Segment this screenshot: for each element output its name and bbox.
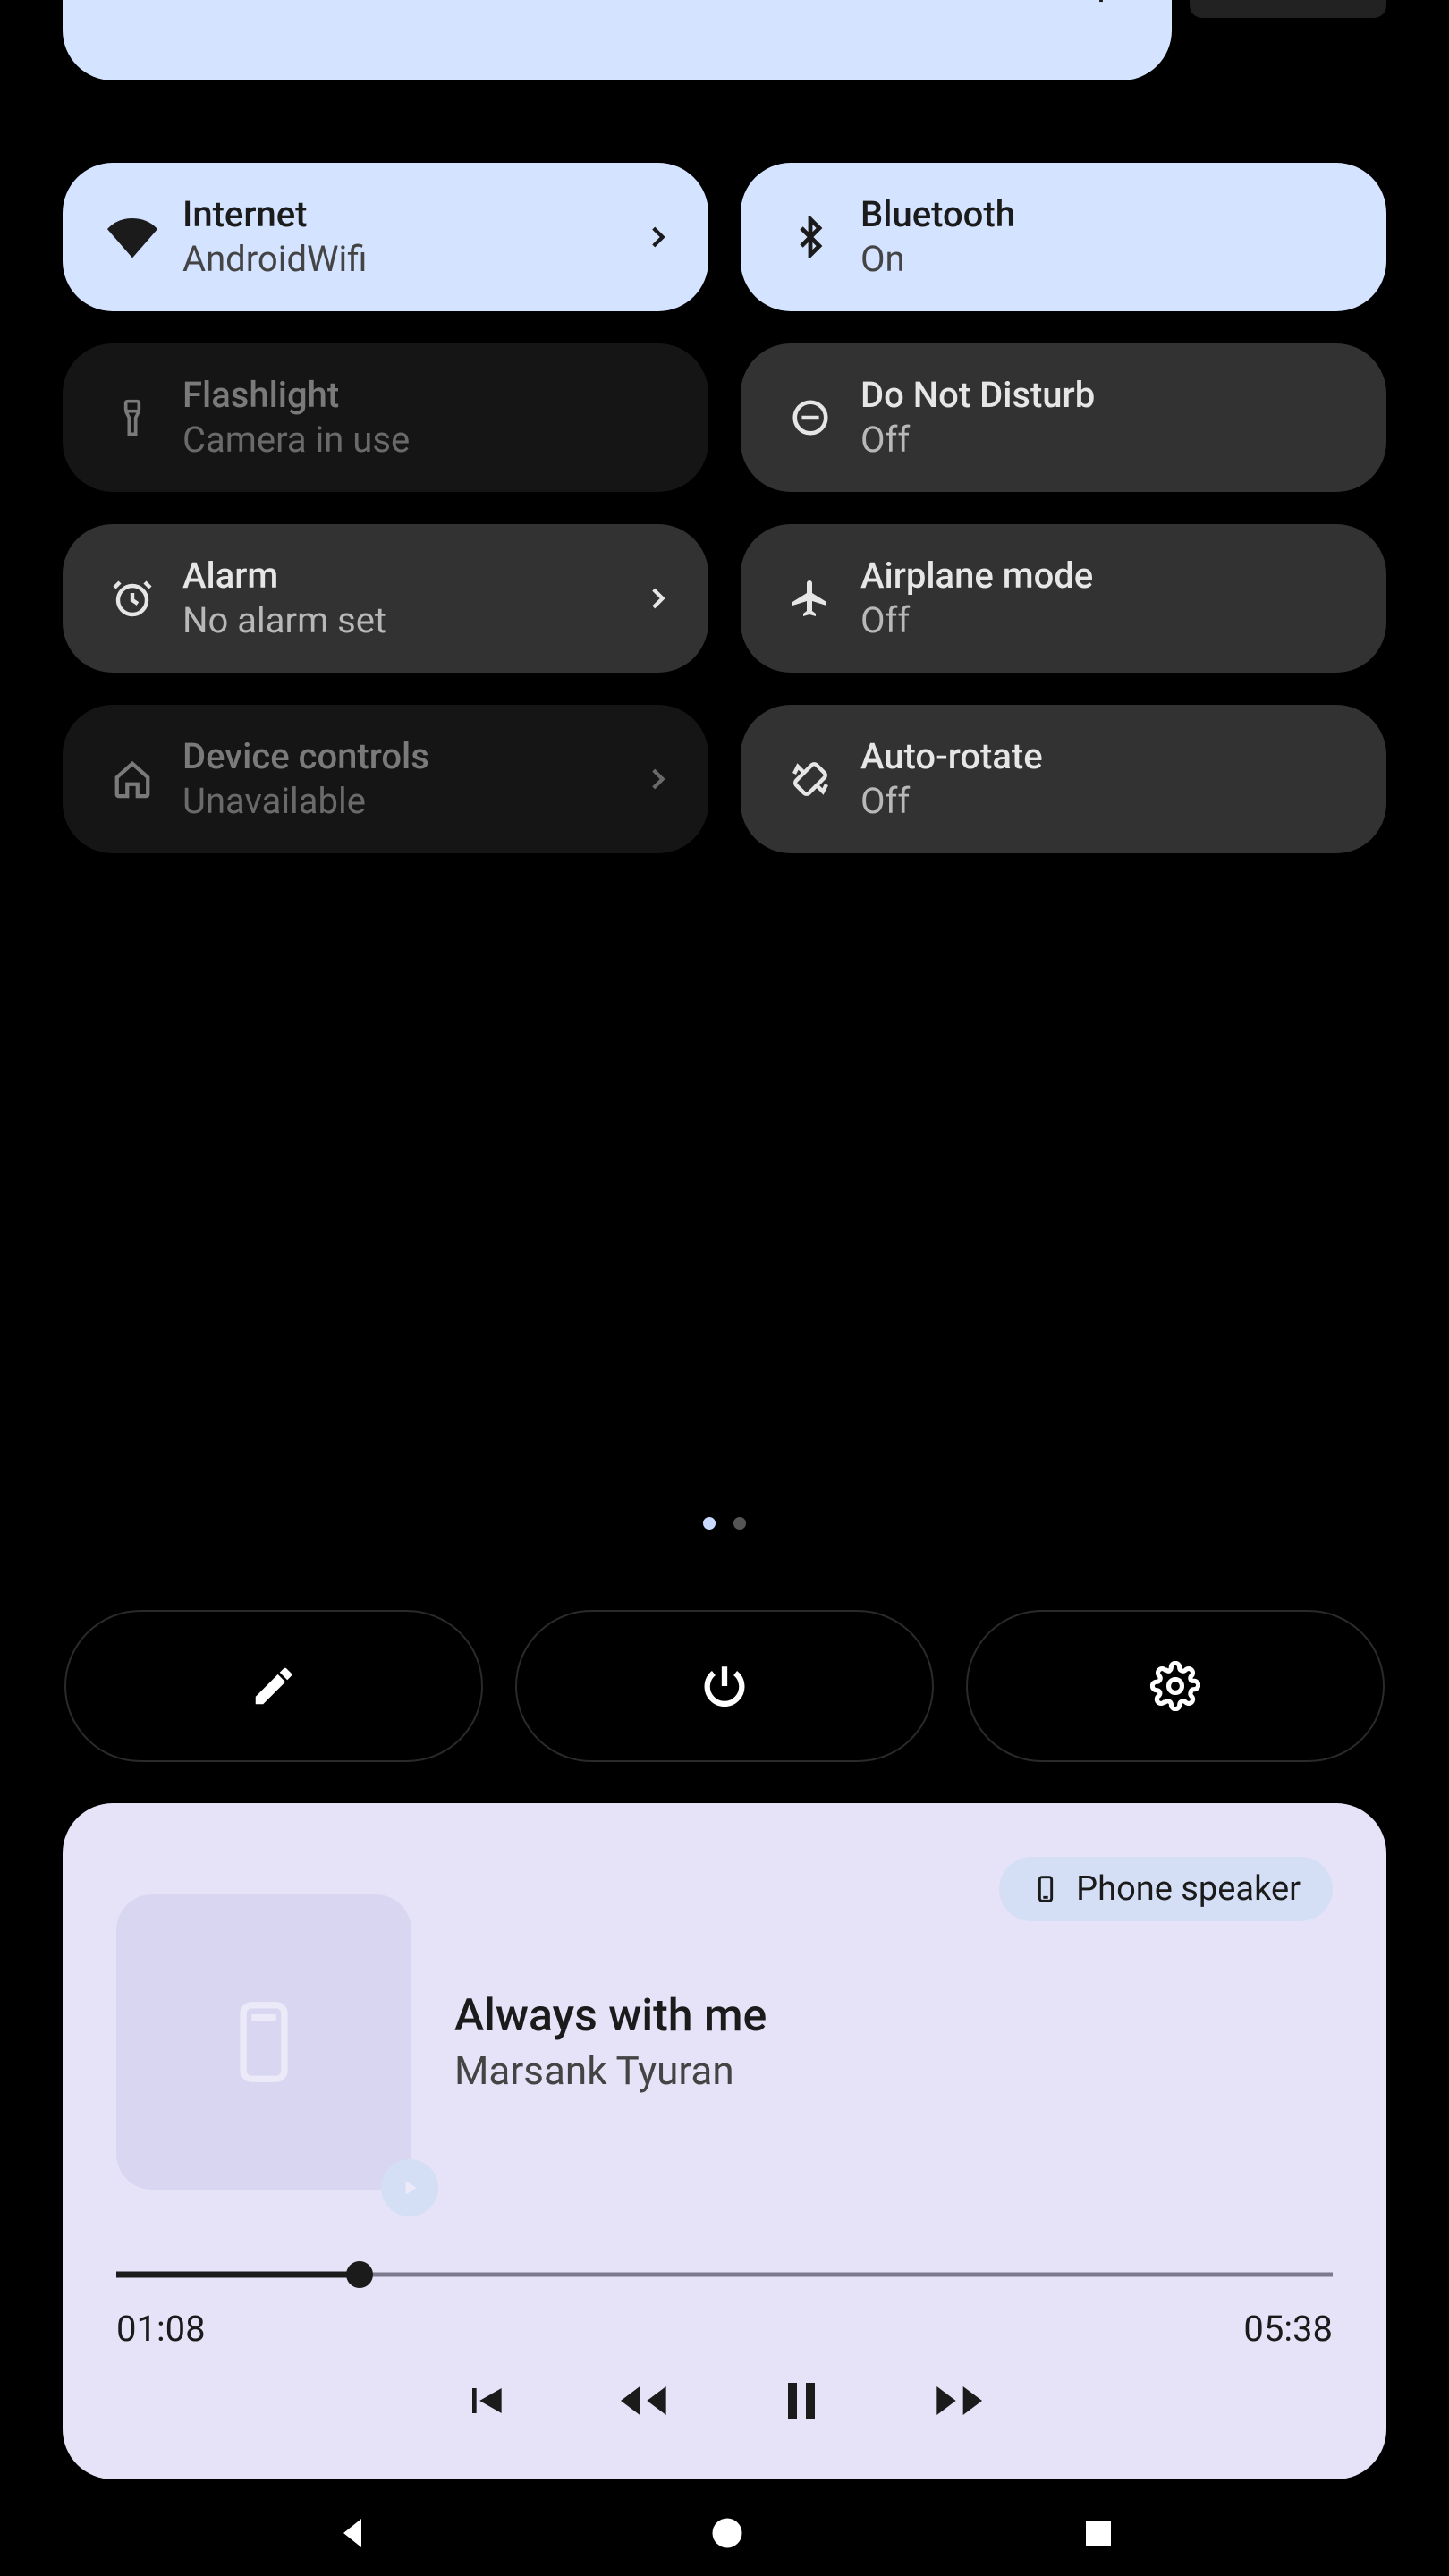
wifi-icon	[102, 212, 163, 262]
gear-icon	[1150, 1661, 1200, 1711]
tile-title: Flashlight	[182, 375, 410, 416]
media-controls	[460, 2372, 989, 2429]
track-artist: Marsank Tyuran	[454, 2047, 767, 2094]
elapsed-time: 01:08	[116, 2308, 206, 2350]
bluetooth-icon	[780, 216, 841, 258]
power-button[interactable]	[515, 1610, 934, 1762]
auto-rotate-icon	[780, 758, 841, 801]
tile-device-controls: Device controls Unavailable	[63, 705, 708, 853]
tile-subtitle: AndroidWifi	[182, 239, 367, 280]
qs-footer	[64, 1610, 1385, 1762]
track-title: Always with me	[454, 1990, 767, 2042]
airplane-icon	[780, 577, 841, 620]
tile-auto-rotate[interactable]: Auto-rotate Off	[741, 705, 1386, 853]
tile-dnd[interactable]: Do Not Disturb Off	[741, 343, 1386, 492]
chevron-right-icon	[642, 222, 673, 252]
chevron-right-icon	[642, 764, 673, 794]
nav-recents-button[interactable]	[1080, 2514, 1117, 2552]
pencil-icon	[250, 1662, 298, 1710]
tile-title: Internet	[182, 194, 367, 235]
pause-button[interactable]	[775, 2374, 828, 2428]
settings-button[interactable]	[966, 1610, 1385, 1762]
album-art	[116, 1894, 411, 2190]
tile-subtitle: Off	[860, 781, 1043, 822]
mini-play-badge	[381, 2159, 438, 2216]
tile-title: Bluetooth	[860, 194, 1015, 235]
tile-subtitle: Unavailable	[182, 781, 429, 822]
seek-bar[interactable]	[116, 2261, 1333, 2288]
brightness-icon	[1080, 0, 1122, 4]
media-output-chip[interactable]: Phone speaker	[999, 1857, 1333, 1921]
seek-thumb[interactable]	[346, 2261, 373, 2288]
tile-subtitle: On	[860, 239, 1015, 280]
tile-airplane[interactable]: Airplane mode Off	[741, 524, 1386, 673]
qs-tiles-grid: Internet AndroidWifi Bluetooth On Flashl…	[63, 163, 1386, 853]
brightness-overflow-shadow	[1190, 0, 1386, 18]
tile-subtitle: Camera in use	[182, 419, 410, 461]
phone-icon	[1031, 1875, 1060, 1903]
home-icon	[102, 758, 163, 800]
tile-subtitle: Off	[860, 600, 1093, 641]
tile-flashlight: Flashlight Camera in use	[63, 343, 708, 492]
tile-subtitle: No alarm set	[182, 600, 386, 641]
system-nav-bar	[0, 2490, 1449, 2576]
media-output-label: Phone speaker	[1076, 1869, 1301, 1909]
tile-bluetooth[interactable]: Bluetooth On	[741, 163, 1386, 311]
chevron-right-icon	[642, 583, 673, 614]
skip-previous-button[interactable]	[460, 2376, 510, 2426]
power-icon	[699, 1660, 750, 1712]
alarm-icon	[102, 577, 163, 620]
brightness-slider[interactable]	[63, 0, 1172, 80]
duration-time: 05:38	[1243, 2308, 1333, 2350]
tile-title: Alarm	[182, 555, 386, 597]
dnd-icon	[780, 397, 841, 438]
page-dot-0	[703, 1517, 716, 1530]
rewind-button[interactable]	[614, 2372, 671, 2429]
flashlight-icon	[102, 398, 163, 437]
tile-title: Airplane mode	[860, 555, 1093, 597]
tile-title: Auto-rotate	[860, 736, 1043, 777]
nav-back-button[interactable]	[333, 2512, 376, 2555]
page-indicator	[703, 1517, 746, 1530]
seek-fill	[116, 2272, 360, 2278]
media-player-card: Phone speaker Always with me Marsank Tyu…	[63, 1803, 1386, 2479]
tile-title: Do Not Disturb	[860, 375, 1095, 416]
nav-home-button[interactable]	[708, 2513, 747, 2553]
page-dot-1	[733, 1517, 746, 1530]
tile-alarm[interactable]: Alarm No alarm set	[63, 524, 708, 673]
tile-internet[interactable]: Internet AndroidWifi	[63, 163, 708, 311]
edit-tiles-button[interactable]	[64, 1610, 483, 1762]
tile-subtitle: Off	[860, 419, 1095, 461]
fast-forward-button[interactable]	[932, 2372, 989, 2429]
tile-title: Device controls	[182, 736, 429, 777]
